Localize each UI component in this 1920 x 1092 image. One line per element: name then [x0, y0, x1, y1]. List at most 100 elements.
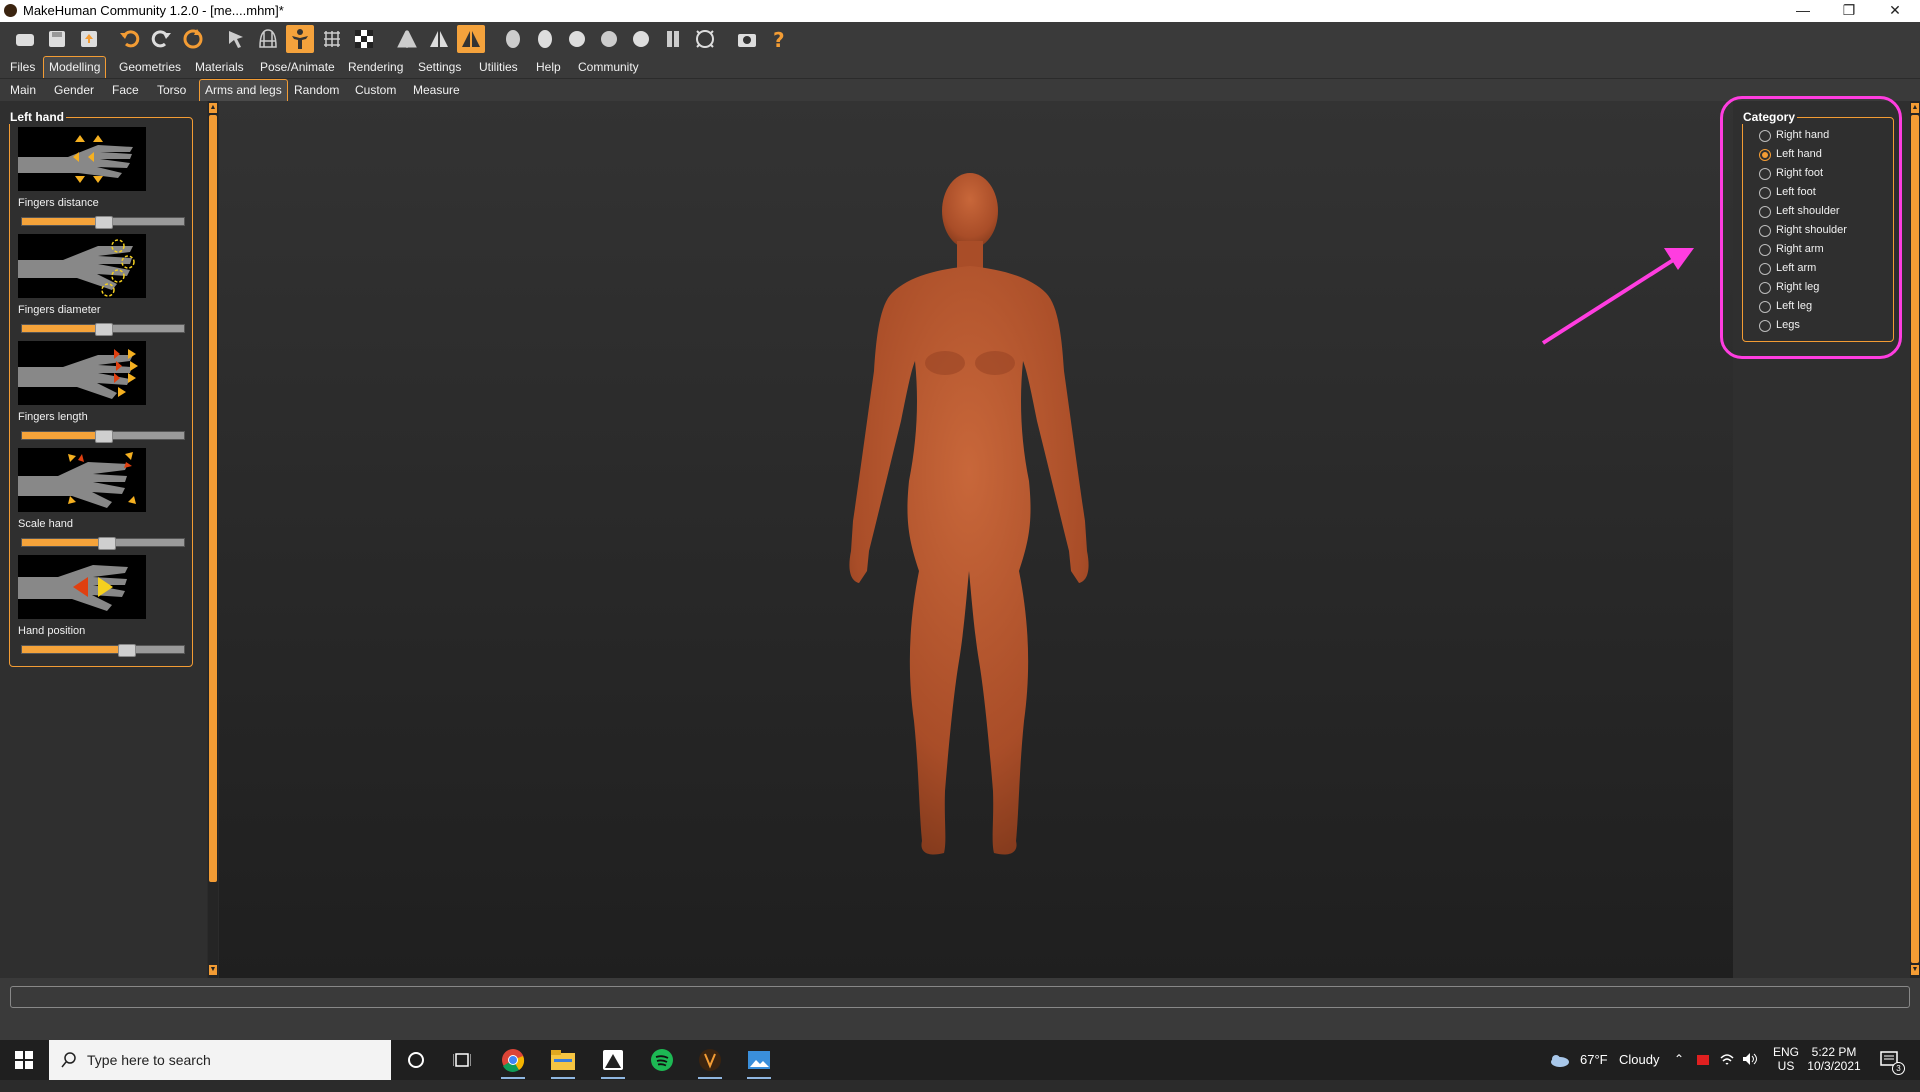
scale-hand-thumbnail[interactable]: [18, 448, 146, 512]
file-explorer-icon[interactable]: [547, 1044, 579, 1079]
3d-viewport[interactable]: [219, 101, 1733, 978]
cortana-icon[interactable]: [400, 1044, 432, 1076]
scrollbar-thumb[interactable]: [1911, 115, 1919, 963]
export-icon[interactable]: [75, 25, 103, 53]
hand-position-thumbnail[interactable]: [18, 555, 146, 619]
symmetry-icon[interactable]: [457, 25, 485, 53]
subtab-measure[interactable]: Measure: [408, 81, 465, 99]
clock[interactable]: 5:22 PM 10/3/2021: [1802, 1040, 1866, 1080]
checker-background-icon[interactable]: [350, 25, 378, 53]
reset-icon[interactable]: [179, 25, 207, 53]
fingers-distance-slider[interactable]: [21, 216, 185, 229]
makehuman-taskbar-icon[interactable]: [694, 1044, 726, 1079]
human-model[interactable]: [219, 101, 1733, 978]
search-icon: [61, 1052, 76, 1068]
task-view-icon[interactable]: [446, 1044, 478, 1076]
subtab-gender[interactable]: Gender: [49, 81, 99, 99]
bottom-view-icon[interactable]: [659, 25, 687, 53]
scroll-up-icon[interactable]: ▲: [1911, 103, 1919, 113]
wireframe-icon[interactable]: [254, 25, 282, 53]
subtab-face[interactable]: Face: [107, 81, 144, 99]
modifier-label: Scale hand: [18, 518, 74, 530]
scroll-down-icon[interactable]: ▼: [209, 965, 217, 975]
restore-button[interactable]: ❐: [1826, 0, 1872, 22]
region-code: US: [1777, 1059, 1795, 1073]
symmetry-right-icon[interactable]: [393, 25, 421, 53]
volume-icon[interactable]: [1742, 1040, 1758, 1080]
right-view-icon[interactable]: [595, 25, 623, 53]
subtab-custom[interactable]: Custom: [350, 81, 401, 99]
modifier-label: Fingers distance: [18, 197, 99, 209]
minimize-button[interactable]: —: [1780, 0, 1826, 22]
chevron-up-icon[interactable]: ⌃: [1674, 1052, 1684, 1092]
hand-position-slider[interactable]: [21, 644, 185, 657]
tab-pose-animate[interactable]: Pose/Animate: [255, 58, 340, 76]
taskbar-search-box[interactable]: Type here to search: [49, 1040, 391, 1080]
undo-icon[interactable]: [116, 25, 144, 53]
scrollbar-thumb[interactable]: [209, 115, 217, 882]
modifier-fingers-length: Fingers length: [18, 341, 188, 448]
slider-handle[interactable]: [98, 537, 117, 550]
window-title: MakeHuman Community 1.2.0 - [me....mhm]*: [23, 3, 284, 18]
close-button[interactable]: ✕: [1872, 0, 1918, 22]
tab-materials[interactable]: Materials: [190, 58, 249, 76]
help-icon[interactable]: ?: [765, 25, 793, 53]
reset-camera-icon[interactable]: [691, 25, 719, 53]
fingers-length-slider[interactable]: [21, 430, 185, 443]
left-view-icon[interactable]: [563, 25, 591, 53]
tab-modelling[interactable]: Modelling: [43, 56, 107, 78]
fingers-diameter-slider[interactable]: [21, 323, 185, 336]
language-indicator[interactable]: ENG US: [1771, 1040, 1801, 1080]
front-view-icon[interactable]: [499, 25, 527, 53]
save-icon[interactable]: [43, 25, 71, 53]
slider-fill: [22, 218, 103, 225]
tab-help[interactable]: Help: [531, 58, 566, 76]
scale-hand-slider[interactable]: [21, 537, 185, 550]
spotify-icon[interactable]: [646, 1044, 678, 1076]
tab-rendering[interactable]: Rendering: [343, 58, 408, 76]
tab-community[interactable]: Community: [573, 58, 644, 76]
slider-handle[interactable]: [95, 216, 113, 229]
scroll-down-icon[interactable]: ▼: [1911, 965, 1919, 975]
svg-text:?: ?: [773, 28, 785, 51]
slider-handle[interactable]: [117, 644, 136, 657]
top-view-icon[interactable]: [627, 25, 655, 53]
chrome-icon[interactable]: [497, 1044, 529, 1079]
tab-settings[interactable]: Settings: [413, 58, 466, 76]
tab-files[interactable]: Files: [5, 58, 40, 76]
back-view-icon[interactable]: [531, 25, 559, 53]
pose-icon[interactable]: [286, 25, 314, 53]
notifications-icon[interactable]: 3: [1880, 1040, 1905, 1080]
tab-utilities[interactable]: Utilities: [474, 58, 523, 76]
screenshot-icon[interactable]: [733, 25, 761, 53]
modifier-scale-hand: Scale hand: [18, 448, 188, 555]
subtab-torso[interactable]: Torso: [152, 81, 191, 99]
modifier-label: Fingers diameter: [18, 304, 101, 316]
right-panel-scrollbar[interactable]: ▲ ▼: [1910, 101, 1920, 978]
subtab-random[interactable]: Random: [289, 81, 344, 99]
antivirus-tray-icon[interactable]: [1696, 1040, 1710, 1080]
grid-icon[interactable]: [318, 25, 346, 53]
tab-geometries[interactable]: Geometries: [114, 58, 186, 76]
slider-handle[interactable]: [95, 430, 113, 443]
symmetry-left-icon[interactable]: [425, 25, 453, 53]
inkscape-icon[interactable]: [597, 1044, 629, 1079]
smooth-icon[interactable]: [222, 25, 250, 53]
fingers-distance-thumbnail[interactable]: [18, 127, 146, 191]
scroll-up-icon[interactable]: ▲: [209, 103, 217, 113]
modifier-fingers-diameter: Fingers diameter: [18, 234, 188, 341]
subtab-main[interactable]: Main: [5, 81, 41, 99]
left-hand-group: Left hand Fingers distance Fingers diame…: [8, 110, 193, 667]
new-file-icon[interactable]: [11, 25, 39, 53]
fingers-diameter-thumbnail[interactable]: [18, 234, 146, 298]
slider-handle[interactable]: [95, 323, 113, 336]
photos-icon[interactable]: [743, 1044, 775, 1079]
fingers-length-thumbnail[interactable]: [18, 341, 146, 405]
wifi-icon[interactable]: [1719, 1040, 1735, 1080]
lang-code: ENG: [1772, 1045, 1799, 1059]
left-panel-scrollbar[interactable]: ▲ ▼: [208, 101, 218, 978]
windows-start-icon[interactable]: [8, 1044, 40, 1076]
subtab-arms-and-legs[interactable]: Arms and legs: [199, 79, 288, 101]
redo-icon[interactable]: [147, 25, 175, 53]
annotation-highlight-box: [1720, 96, 1902, 359]
